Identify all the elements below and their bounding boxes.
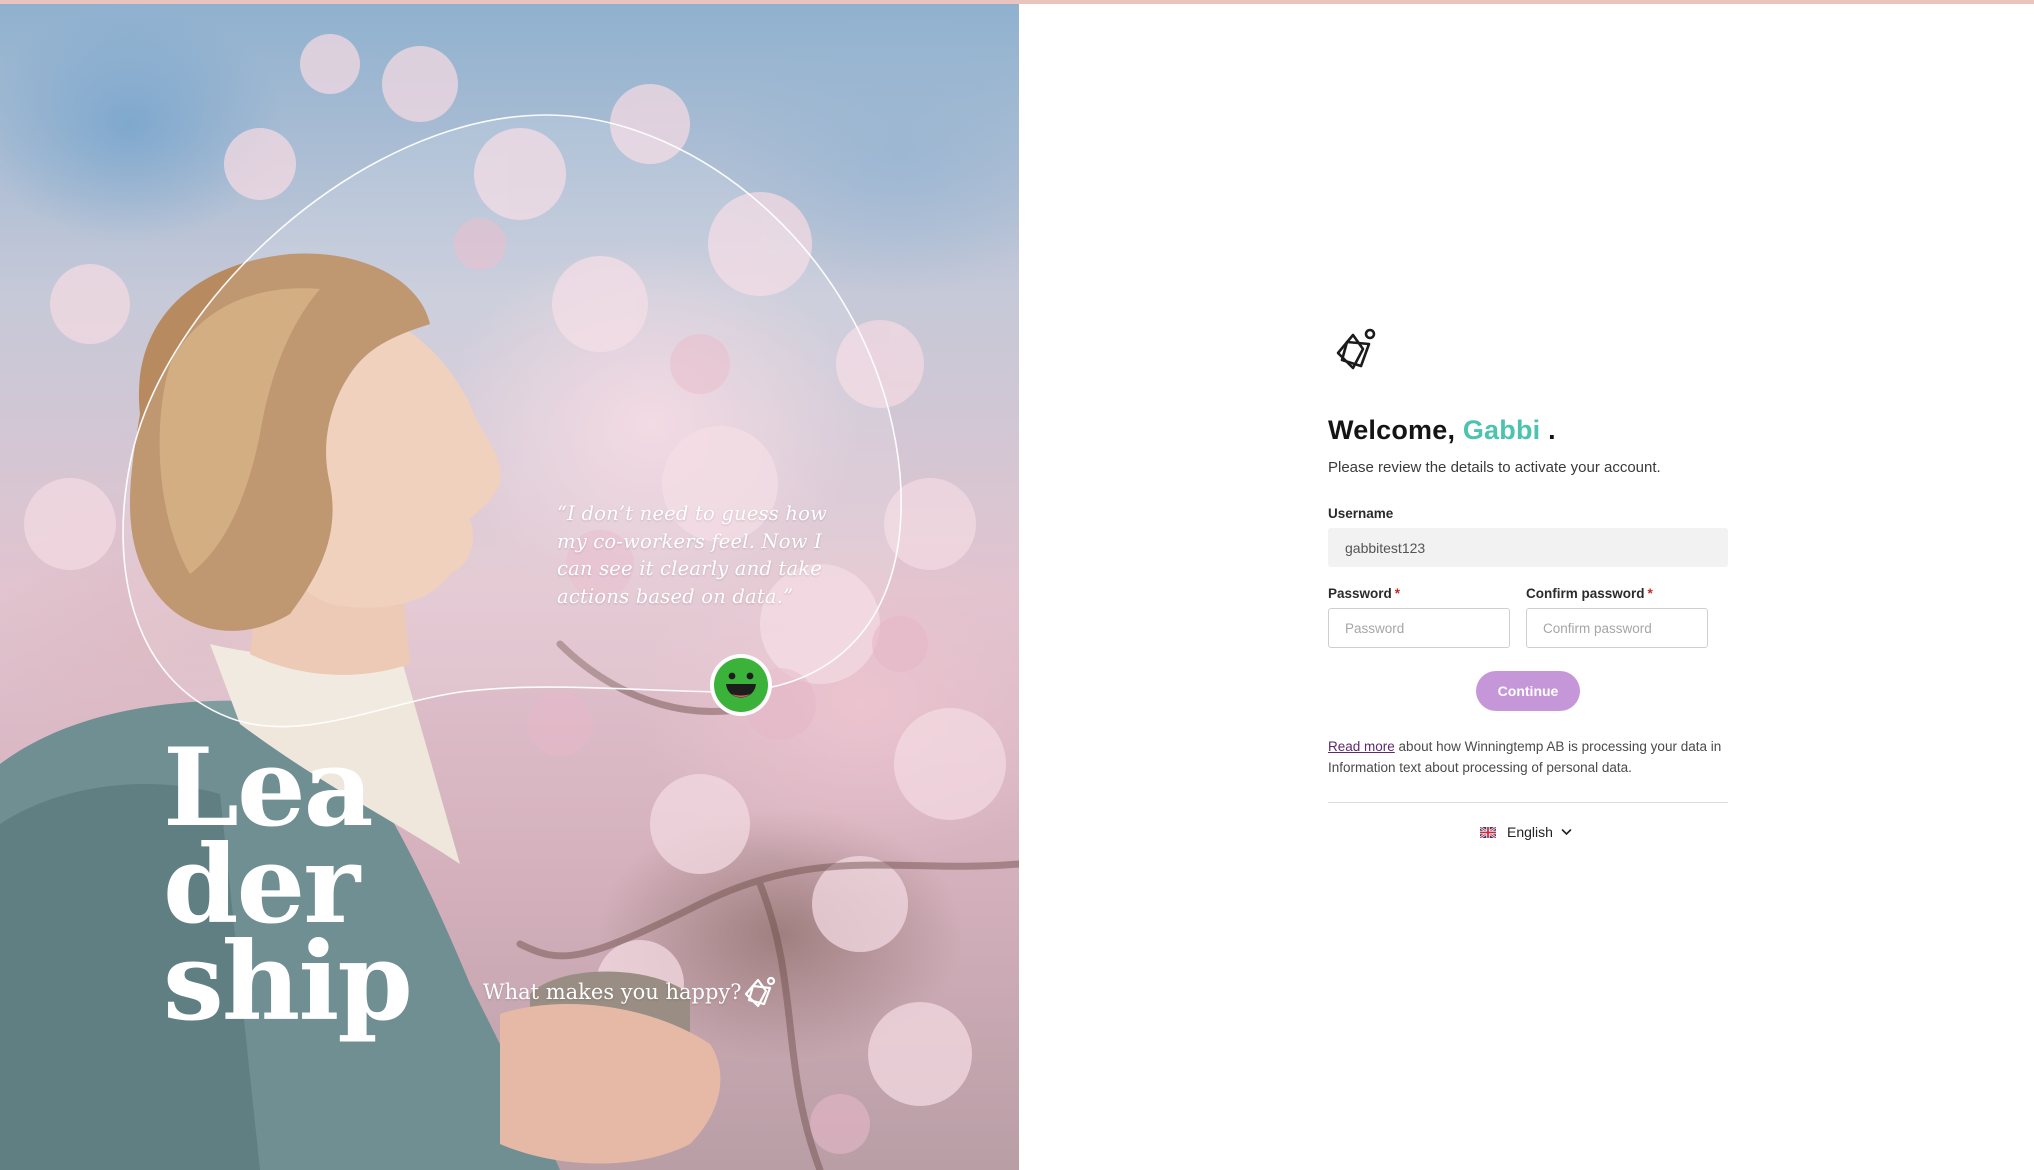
happy-face-icon: [710, 654, 772, 716]
username-field[interactable]: [1328, 528, 1728, 567]
confirm-password-label-text: Confirm password: [1526, 586, 1645, 601]
welcome-heading: Welcome, Gabbi .: [1328, 415, 1556, 446]
password-label: Password *: [1328, 586, 1400, 601]
headline-leadership: Lea der ship: [163, 734, 463, 1045]
tagline: What makes you happy?: [483, 980, 742, 1004]
welcome-user-name: Gabbi: [1462, 415, 1541, 445]
chevron-down-icon: [1561, 829, 1572, 836]
hero-panel: “I don’t need to guess how my co-workers…: [0, 4, 1019, 1170]
welcome-subtitle: Please review the details to activate yo…: [1328, 459, 1661, 476]
welcome-prefix: Welcome,: [1328, 415, 1463, 445]
password-label-text: Password: [1328, 586, 1392, 601]
language-label: English: [1507, 824, 1553, 840]
testimonial-quote: “I don’t need to guess how my co-workers…: [557, 502, 827, 608]
username-label: Username: [1328, 506, 1394, 521]
privacy-info: Read more about how Winningtemp AB is pr…: [1328, 736, 1738, 778]
welcome-suffix: .: [1540, 415, 1556, 445]
winningtemp-logo-icon: [1336, 328, 1376, 370]
winningtemp-logo-icon: [744, 976, 776, 1008]
required-marker: *: [1647, 586, 1653, 601]
language-selector[interactable]: English: [1480, 820, 1572, 844]
password-field[interactable]: [1328, 608, 1510, 648]
read-more-link[interactable]: Read more: [1328, 739, 1395, 754]
headline-line-3: ship: [163, 919, 413, 1045]
confirm-password-label: Confirm password *: [1526, 586, 1653, 601]
divider: [1328, 802, 1728, 803]
required-marker: *: [1394, 586, 1401, 601]
uk-flag-icon: [1480, 826, 1496, 838]
confirm-password-field[interactable]: [1526, 608, 1708, 648]
continue-button[interactable]: Continue: [1476, 671, 1580, 711]
